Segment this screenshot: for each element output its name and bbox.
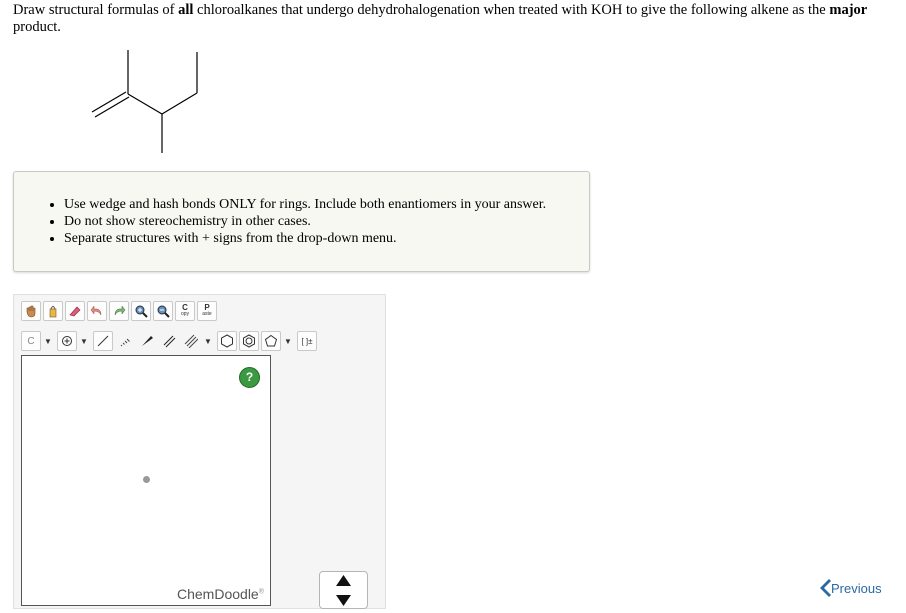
charge-plus-icon[interactable] — [57, 331, 77, 351]
question-part: chloroalkanes that undergo dehydrohaloge… — [193, 2, 830, 18]
undo-icon[interactable] — [87, 301, 107, 321]
bracket-label: [ ]± — [301, 336, 313, 346]
question-emphasis-all: all — [178, 2, 194, 18]
toolbar-row-1: C opy P aste — [21, 300, 219, 322]
triple-bond-icon[interactable] — [181, 331, 201, 351]
carbon-label: C — [27, 335, 35, 347]
copy-button[interactable]: C opy — [175, 301, 195, 321]
paste-label-sub: aste — [202, 311, 212, 317]
wedge-bond-icon[interactable] — [137, 331, 157, 351]
hash-bond-icon[interactable] — [115, 331, 135, 351]
question-text: Draw structural formulas of all chloroal… — [13, 2, 901, 36]
chemdoodle-editor: C opy P aste C ▼ ▼ ▼ ▼ []± ? ChemDoodle… — [13, 294, 386, 609]
cyclohexane-ring-icon[interactable] — [217, 331, 237, 351]
zoom-in-icon[interactable] — [131, 301, 151, 321]
cyclopentane-ring-icon[interactable] — [261, 331, 281, 351]
registered-mark: ® — [258, 588, 264, 596]
copy-label: C — [182, 303, 188, 312]
instruction-item: Do not show stereochemistry in other cas… — [64, 213, 546, 230]
chevron-down-icon[interactable]: ▼ — [43, 337, 53, 346]
benzene-ring-icon[interactable] — [239, 331, 259, 351]
single-bond-icon[interactable] — [93, 331, 113, 351]
paste-label: P — [204, 303, 210, 312]
zoom-out-icon[interactable] — [153, 301, 173, 321]
question-emphasis-major: major — [829, 2, 868, 18]
toolbar-row-2: C ▼ ▼ ▼ ▼ [ ]± — [21, 330, 319, 352]
chemdoodle-logo: ChemDoodle® — [177, 586, 264, 602]
hand-tool-icon[interactable] — [21, 301, 41, 321]
previous-button[interactable]: Previous — [819, 578, 882, 598]
bond — [127, 93, 163, 115]
chevron-down-icon[interactable]: ▼ — [283, 337, 293, 346]
carbon-atom-button[interactable]: C — [21, 331, 41, 351]
bond — [161, 92, 198, 115]
drawing-canvas[interactable]: ? ChemDoodle® — [21, 355, 271, 606]
alkene-structure — [91, 50, 198, 153]
lasso-icon[interactable] — [43, 301, 63, 321]
double-bond-icon[interactable] — [159, 331, 179, 351]
previous-label: Previous — [831, 580, 882, 596]
paste-button[interactable]: P aste — [197, 301, 217, 321]
instructions-list: Use wedge and hash bonds ONLY for rings.… — [64, 196, 546, 247]
up-down-arrows-icon — [336, 575, 351, 606]
eraser-icon[interactable] — [65, 301, 85, 321]
chevron-down-icon[interactable]: ▼ — [79, 337, 89, 346]
brand-name: ChemDoodle — [177, 586, 259, 602]
canvas-cursor-dot — [143, 476, 150, 483]
question-part: Draw structural formulas of — [13, 2, 179, 18]
copy-label-sub: opy — [180, 311, 190, 317]
bracket-charge-button[interactable]: [ ]± — [297, 331, 317, 351]
chevron-left-icon — [820, 579, 831, 597]
chevron-down-icon[interactable]: ▼ — [203, 337, 213, 346]
instructions-panel: Use wedge and hash bonds ONLY for rings.… — [13, 171, 590, 272]
redo-icon[interactable] — [109, 301, 129, 321]
structure-stepper[interactable] — [319, 571, 368, 609]
instruction-item: Use wedge and hash bonds ONLY for rings.… — [64, 196, 546, 213]
instruction-item: Separate structures with + signs from th… — [64, 230, 546, 247]
question-part: product. — [13, 19, 61, 35]
help-button[interactable]: ? — [239, 367, 260, 388]
